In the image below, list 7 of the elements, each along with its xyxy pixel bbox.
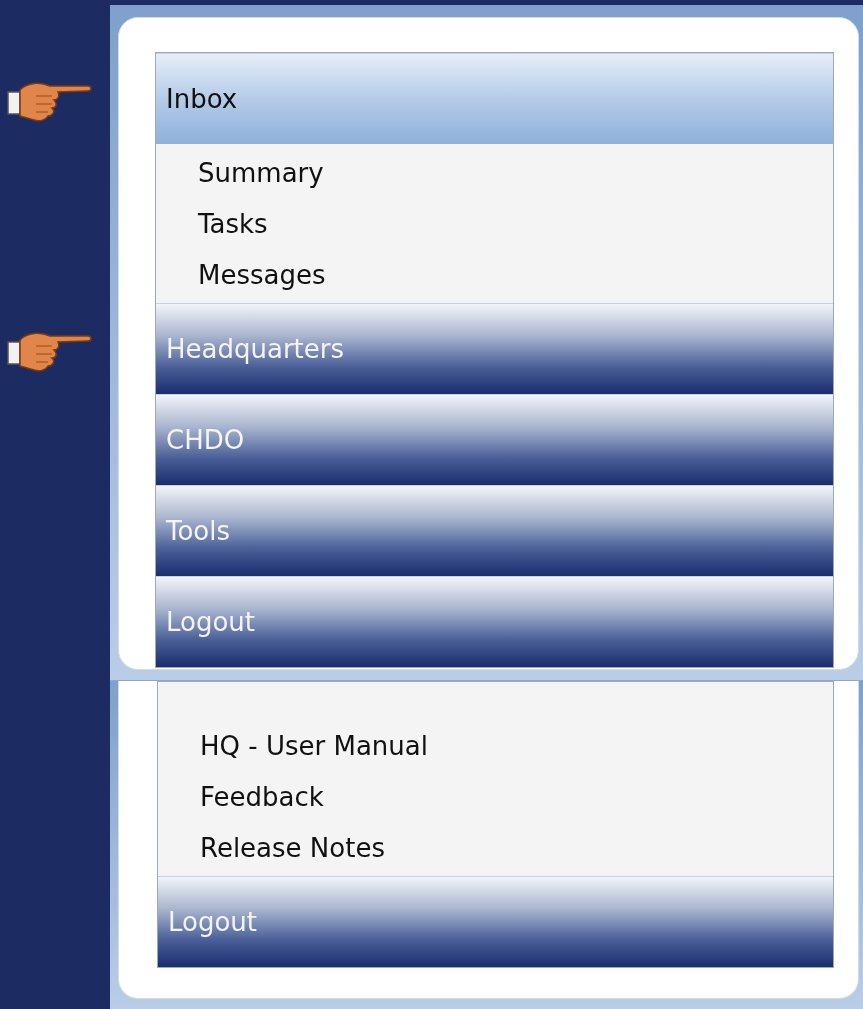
menu-item[interactable]: Summary xyxy=(198,147,833,198)
menu-header[interactable]: Inbox xyxy=(156,53,833,144)
menu-item[interactable]: Tasks xyxy=(198,198,833,249)
menu-item[interactable]: Feedback xyxy=(200,771,833,822)
menu-item[interactable]: HQ - User Manual xyxy=(200,720,833,771)
menu-item[interactable]: Messages xyxy=(198,249,833,300)
menu-item[interactable]: Release Notes xyxy=(200,822,833,873)
